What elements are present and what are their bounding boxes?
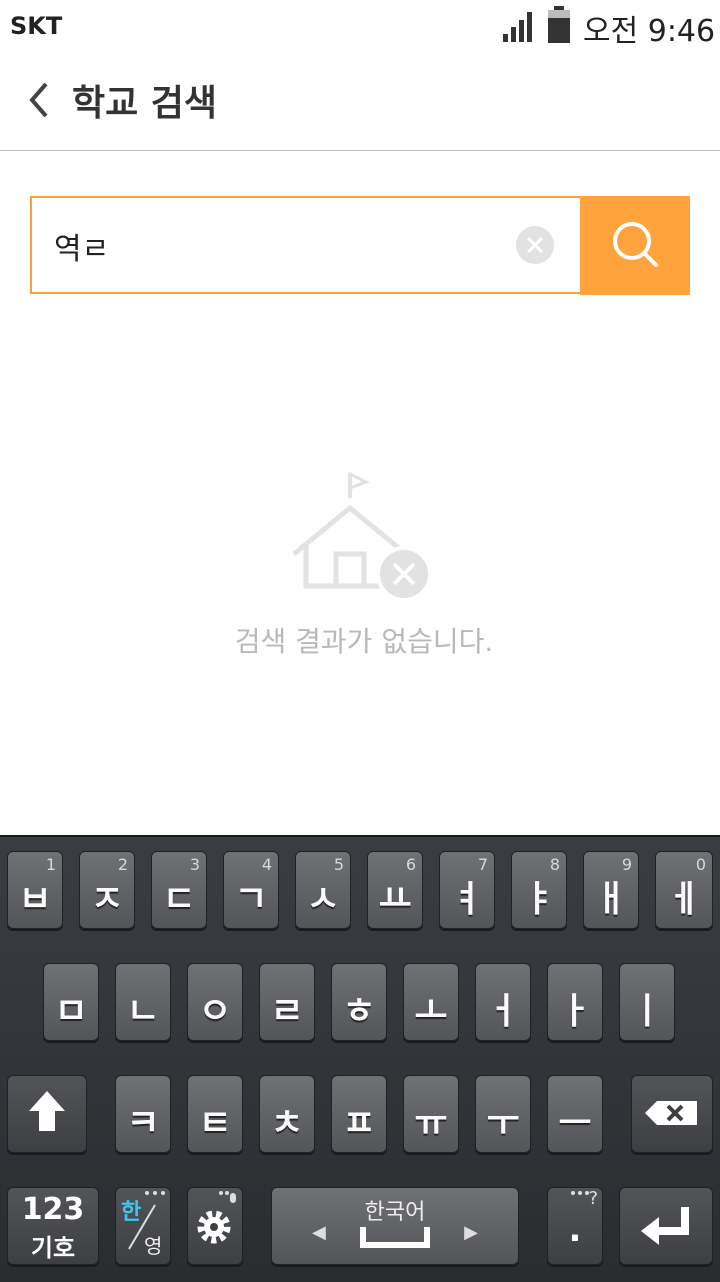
signal-icon bbox=[503, 12, 532, 42]
clear-button[interactable] bbox=[516, 226, 554, 264]
key-label: ㅊ bbox=[270, 1103, 304, 1144]
key-label: ㅣ bbox=[630, 991, 664, 1032]
key-label: ㅍ bbox=[342, 1103, 376, 1144]
backspace-key[interactable] bbox=[631, 1075, 713, 1153]
lang-english-label: 영 bbox=[144, 1234, 163, 1258]
enter-key[interactable] bbox=[619, 1187, 713, 1265]
key-label: ㅔ bbox=[667, 879, 701, 920]
key-n[interactable]: ㄴ bbox=[115, 963, 171, 1041]
key-u[interactable]: ㅜ bbox=[475, 1075, 531, 1153]
key-g[interactable]: 4ㄱ bbox=[223, 851, 279, 929]
search-icon bbox=[613, 222, 658, 267]
key-b[interactable]: 1ㅂ bbox=[7, 851, 63, 929]
symbols-label-top: 123 bbox=[21, 1192, 85, 1227]
key-label: ㅓ bbox=[486, 991, 520, 1032]
key-k[interactable]: ㅋ bbox=[115, 1075, 171, 1153]
settings-key[interactable] bbox=[187, 1187, 243, 1265]
key-label: ㅜ bbox=[486, 1103, 520, 1144]
key-yu[interactable]: ㅠ bbox=[403, 1075, 459, 1153]
status-bar: SKT 오전 9:46 bbox=[0, 0, 720, 50]
key-eu[interactable]: ㅡ bbox=[547, 1075, 603, 1153]
key-p[interactable]: ㅍ bbox=[331, 1075, 387, 1153]
key-ng[interactable]: ㅇ bbox=[187, 963, 243, 1041]
key-d[interactable]: 3ㄷ bbox=[151, 851, 207, 929]
language-toggle-key[interactable]: 한 영 bbox=[115, 1187, 171, 1265]
key-label: ㅂ bbox=[18, 879, 52, 920]
key-h[interactable]: ㅎ bbox=[331, 963, 387, 1041]
carrier-label: SKT bbox=[10, 12, 63, 40]
back-arrow-icon[interactable] bbox=[24, 80, 58, 120]
key-t[interactable]: ㅌ bbox=[187, 1075, 243, 1153]
key-label: ㅐ bbox=[594, 879, 628, 920]
key-label: ㄹ bbox=[270, 991, 304, 1032]
shift-icon bbox=[29, 1091, 65, 1131]
search-input[interactable] bbox=[52, 220, 516, 272]
page-title: 학교 검색 bbox=[72, 83, 218, 124]
key-label: ㅋ bbox=[126, 1103, 160, 1144]
keyboard: 1ㅂ 2ㅈ 3ㄷ 4ㄱ 5ㅅ 6ㅛ 7ㅕ 8ㅑ 9ㅐ 0ㅔ ㅁ ㄴ ㅇ ㄹ ㅎ … bbox=[0, 835, 720, 1282]
spacebar-icon bbox=[360, 1227, 430, 1248]
key-label: ㅕ bbox=[450, 879, 484, 920]
key-label: ㅏ bbox=[558, 991, 592, 1032]
key-ch[interactable]: ㅊ bbox=[259, 1075, 315, 1153]
key-j[interactable]: 2ㅈ bbox=[79, 851, 135, 929]
key-ya[interactable]: 8ㅑ bbox=[511, 851, 567, 929]
key-label: ㅇ bbox=[198, 991, 232, 1032]
period-label: . bbox=[568, 1210, 582, 1250]
key-label: ㄴ bbox=[126, 991, 160, 1032]
key-label: ㅗ bbox=[414, 991, 448, 1032]
key-label: ㅑ bbox=[522, 879, 556, 920]
key-label: ㄱ bbox=[234, 879, 268, 920]
symbols-key[interactable]: 123 기호 bbox=[7, 1187, 99, 1265]
search-button[interactable] bbox=[580, 196, 690, 295]
key-label: ㅌ bbox=[198, 1103, 232, 1144]
period-key[interactable]: ? . bbox=[547, 1187, 603, 1265]
key-label: ㅡ bbox=[558, 1103, 592, 1144]
close-icon bbox=[526, 236, 544, 254]
key-m[interactable]: ㅁ bbox=[43, 963, 99, 1041]
key-o[interactable]: ㅗ bbox=[403, 963, 459, 1041]
key-r[interactable]: ㄹ bbox=[259, 963, 315, 1041]
key-label: ㅅ bbox=[306, 879, 340, 920]
symbols-label-bottom: 기호 bbox=[30, 1234, 76, 1262]
slash-icon bbox=[128, 1191, 165, 1250]
key-ae[interactable]: 9ㅐ bbox=[583, 851, 639, 929]
battery-icon bbox=[548, 6, 570, 43]
empty-message: 검색 결과가 없습니다. bbox=[234, 625, 494, 658]
key-label: ㅈ bbox=[90, 879, 124, 920]
search-field[interactable] bbox=[30, 196, 582, 294]
key-label: ㅠ bbox=[414, 1103, 448, 1144]
enter-icon bbox=[641, 1207, 689, 1245]
app-header: 학교 검색 bbox=[0, 50, 720, 151]
school-empty-icon bbox=[292, 471, 432, 602]
space-key[interactable]: ◀ 한국어 ▶ bbox=[271, 1187, 519, 1265]
gear-icon bbox=[197, 1191, 236, 1244]
key-yeo[interactable]: 7ㅕ bbox=[439, 851, 495, 929]
key-label: ㅎ bbox=[342, 991, 376, 1032]
key-i[interactable]: ㅣ bbox=[619, 963, 675, 1041]
key-label: ㄷ bbox=[162, 879, 196, 920]
shift-key[interactable] bbox=[7, 1075, 87, 1153]
backspace-icon bbox=[645, 1101, 697, 1125]
key-eo[interactable]: ㅓ bbox=[475, 963, 531, 1041]
key-s[interactable]: 5ㅅ bbox=[295, 851, 351, 929]
clock: 오전 9:46 bbox=[583, 14, 716, 49]
key-label: ㅛ bbox=[378, 879, 412, 920]
key-a[interactable]: ㅏ bbox=[547, 963, 603, 1041]
key-e[interactable]: 0ㅔ bbox=[655, 851, 713, 929]
key-yo[interactable]: 6ㅛ bbox=[367, 851, 423, 929]
key-label: ㅁ bbox=[54, 991, 88, 1032]
